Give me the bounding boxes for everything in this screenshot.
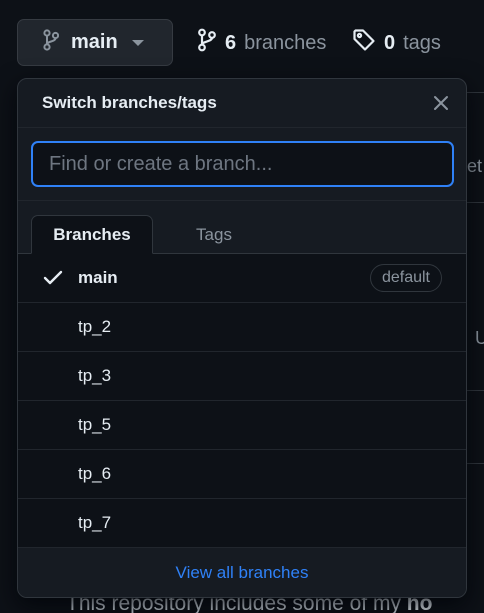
- branch-name: tp_3: [78, 366, 112, 385]
- branch-name: main: [78, 268, 118, 287]
- bg-divider: [466, 92, 484, 93]
- git-branch-icon: [43, 29, 60, 56]
- default-badge: default: [369, 264, 442, 292]
- branch-switcher-popup: Switch branches/tags Branches Tags: [17, 78, 467, 598]
- tab-tags[interactable]: Tags: [153, 215, 275, 254]
- branches-count: 6: [225, 31, 237, 54]
- repo-page: et U This repository includes some of my…: [0, 0, 484, 613]
- branch-tag-tabs: Branches Tags: [18, 201, 466, 254]
- branches-link[interactable]: 6 branches: [197, 26, 326, 60]
- tags-count: 0: [384, 31, 396, 54]
- branch-item-main[interactable]: main default: [18, 254, 466, 303]
- branch-name: tp_7: [78, 513, 112, 532]
- branch-item[interactable]: tp_7: [18, 499, 466, 548]
- bg-text-fragment: et: [467, 156, 483, 176]
- branch-name: tp_6: [78, 464, 112, 483]
- popup-footer: View all branches: [18, 548, 466, 597]
- bg-text-fragment: U: [475, 328, 484, 348]
- check-icon: [43, 270, 63, 291]
- branch-name: tp_5: [78, 415, 112, 434]
- branch-name: tp_2: [78, 317, 112, 336]
- popup-header: Switch branches/tags: [18, 79, 466, 128]
- close-icon[interactable]: [430, 92, 452, 114]
- git-branch-icon: [197, 28, 217, 58]
- tags-link[interactable]: 0 tags: [352, 26, 441, 60]
- branch-select-button[interactable]: main: [17, 19, 173, 66]
- tab-branches[interactable]: Branches: [31, 215, 153, 254]
- branch-list: main default tp_2 tp_3 tp_5 tp_6 tp_7: [18, 254, 466, 548]
- branch-search-input[interactable]: [31, 141, 454, 187]
- branch-item[interactable]: tp_5: [18, 401, 466, 450]
- branch-item[interactable]: tp_3: [18, 352, 466, 401]
- tags-label: tags: [403, 31, 441, 54]
- triangle-down-icon: [131, 39, 144, 46]
- bg-divider: [466, 390, 484, 391]
- tag-icon: [352, 28, 376, 58]
- branch-item[interactable]: tp_6: [18, 450, 466, 499]
- popup-title: Switch branches/tags: [42, 93, 217, 112]
- current-branch-label: main: [71, 31, 118, 53]
- bg-divider: [466, 202, 484, 203]
- bg-divider: [466, 463, 484, 464]
- branches-label: branches: [244, 31, 327, 54]
- branch-item[interactable]: tp_2: [18, 303, 466, 352]
- search-wrapper: [18, 128, 466, 201]
- view-all-branches-link[interactable]: View all branches: [176, 563, 309, 583]
